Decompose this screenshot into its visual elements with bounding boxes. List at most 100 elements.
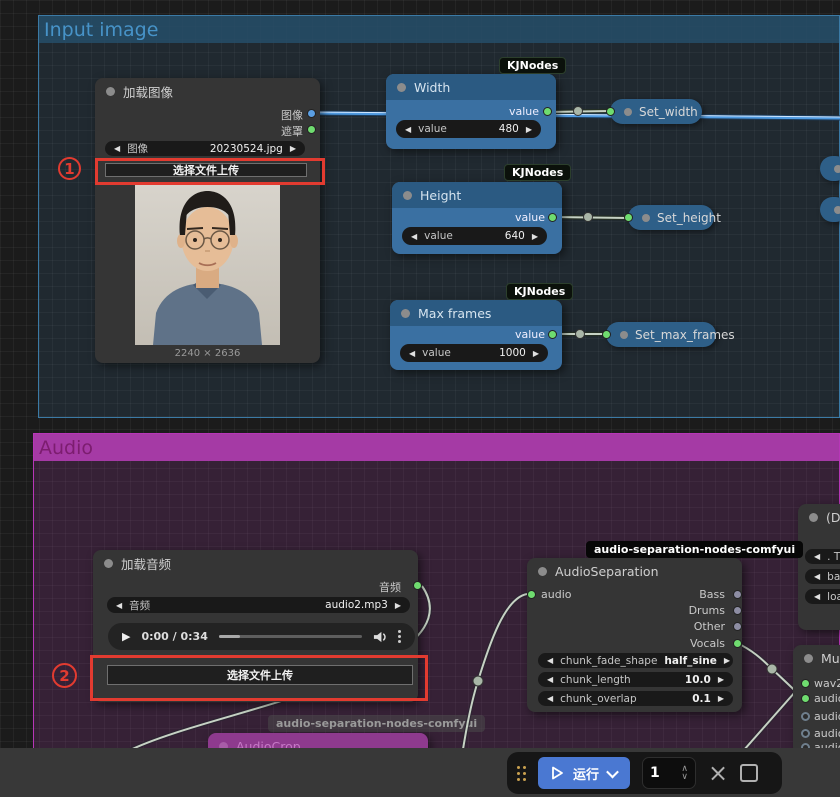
image-file-combo[interactable]: ◀ 图像 20230524.jpg ▶ (105, 141, 305, 156)
player-volume-icon[interactable] (373, 631, 387, 643)
node-load-audio-header[interactable]: 加载音频 (93, 550, 418, 576)
node-width[interactable]: Width value ◀ value 480 ▶ (386, 74, 556, 149)
batch-count-value: 1 (650, 765, 660, 781)
stop-button[interactable] (740, 764, 759, 782)
download-widget-1[interactable]: ◀ . T (805, 549, 840, 564)
node-width-header[interactable]: Width (386, 74, 556, 100)
node-status-dot (397, 82, 406, 92)
chunk-length-widget[interactable]: ◀ chunk_length 10.0 ▶ (538, 672, 733, 687)
audio-output-socket[interactable] (413, 581, 422, 590)
combo-right-arrow-icon[interactable]: ▶ (290, 144, 296, 153)
widget-left-arrow-icon[interactable]: ◀ (405, 125, 411, 134)
multi-input-3-socket[interactable] (801, 712, 810, 721)
widget-left-arrow-icon[interactable]: ◀ (411, 232, 417, 241)
set-max-frames-title: Set_max_frames (635, 327, 735, 342)
widget-left-arrow-icon[interactable]: ◀ (814, 572, 820, 581)
batch-count-stepper[interactable]: 1 ∧ ∨ (642, 757, 697, 789)
chunk-overlap-value: 0.1 (692, 692, 711, 705)
widget-left-arrow-icon[interactable]: ◀ (409, 349, 415, 358)
toolbar-drag-handle-icon[interactable] (517, 765, 526, 781)
widget-right-arrow-icon[interactable]: ▶ (532, 232, 538, 241)
widget-left-arrow-icon[interactable]: ◀ (547, 694, 553, 703)
node-load-image-header[interactable]: 加载图像 (95, 78, 320, 104)
group-input-image-title[interactable]: Input image (39, 16, 839, 43)
vocals-output-socket[interactable] (733, 639, 742, 648)
set-height-input-socket[interactable] (624, 213, 633, 222)
widget-right-arrow-icon[interactable]: ▶ (533, 349, 539, 358)
chunk-fade-shape-widget[interactable]: ◀ chunk_fade_shape half_sine ▶ (538, 653, 733, 668)
badge-kjnodes: KJNodes (506, 283, 574, 300)
max-frames-output-label: value (514, 328, 545, 341)
audio-file-combo[interactable]: ◀ 音频 audio2.mp3 ▶ (107, 597, 410, 613)
multi-input-2-socket[interactable] (801, 694, 810, 703)
drums-output-socket[interactable] (733, 606, 742, 615)
stepper-down-icon[interactable]: ∨ (681, 773, 688, 782)
run-toolbar[interactable]: 运行 1 ∧ ∨ × (507, 752, 782, 794)
node-multi-title: Mul (821, 650, 840, 666)
node-download-header[interactable]: (Do (798, 504, 840, 530)
widget-left-arrow-icon[interactable]: ◀ (547, 656, 553, 665)
widget-left-arrow-icon[interactable]: ◀ (547, 675, 553, 684)
node-set-max-frames[interactable]: Set_max_frames (602, 322, 735, 347)
bass-output-socket[interactable] (733, 590, 742, 599)
clear-queue-button[interactable]: × (708, 761, 728, 785)
audio-input-socket[interactable] (527, 590, 536, 599)
output-mask-socket[interactable] (307, 125, 316, 134)
widget-right-arrow-icon[interactable]: ▶ (718, 675, 724, 684)
node-height-header[interactable]: Height (392, 182, 562, 208)
output-mask-label: 遮罩 (281, 125, 303, 138)
node-status-dot (834, 164, 840, 173)
combo-right-arrow-icon[interactable]: ▶ (395, 601, 401, 610)
run-options-chevron-icon[interactable] (606, 765, 619, 778)
annotation-circle-2: 2 (52, 663, 77, 688)
set-max-frames-input-socket[interactable] (602, 330, 611, 339)
widget-left-arrow-icon[interactable]: ◀ (814, 592, 820, 601)
player-play-icon[interactable]: ▶ (122, 630, 130, 643)
annotation-box-2 (90, 655, 428, 701)
node-max-frames-header[interactable]: Max frames (390, 300, 562, 326)
max-frames-value-widget[interactable]: ◀ value 1000 ▶ (400, 344, 548, 362)
node-load-image[interactable]: 加载图像 图像 遮罩 ◀ 图像 20230524.jpg ▶ 选择文件上传 22… (95, 78, 320, 363)
multi-input-4-socket[interactable] (801, 729, 810, 738)
other-output-socket[interactable] (733, 622, 742, 631)
run-button[interactable]: 运行 (538, 757, 631, 789)
node-multi-partial[interactable]: Mul wav2v audio_ audio_ audio_ audio (793, 645, 840, 755)
widget-right-arrow-icon[interactable]: ▶ (718, 694, 724, 703)
output-image-socket[interactable] (307, 109, 316, 118)
node-download-partial[interactable]: (Do ◀ . T ◀ bas ◀ loa (798, 504, 840, 630)
node-set-height[interactable]: Set_height (624, 205, 721, 230)
audio-player[interactable]: ▶ 0:00 / 0:34 (108, 623, 415, 650)
height-output-socket[interactable] (548, 213, 557, 222)
widget-right-arrow-icon[interactable]: ▶ (724, 656, 730, 665)
widget-left-arrow-icon[interactable]: ◀ (814, 552, 820, 561)
close-icon: × (708, 759, 729, 787)
player-menu-icon[interactable] (398, 630, 401, 643)
width-output-socket[interactable] (543, 107, 552, 116)
multi-input-1-socket[interactable] (801, 679, 810, 688)
download-widget-2[interactable]: ◀ bas (805, 569, 840, 584)
chunk-overlap-widget[interactable]: ◀ chunk_overlap 0.1 ▶ (538, 691, 733, 706)
node-collapsed-partial[interactable] (820, 197, 840, 222)
node-editor-canvas[interactable]: Input image Audio 加载图像 图像 遮罩 ◀ 图像 202305… (0, 0, 840, 797)
combo-left-arrow-icon[interactable]: ◀ (116, 601, 122, 610)
widget-right-arrow-icon[interactable]: ▶ (526, 125, 532, 134)
node-multi-header[interactable]: Mul (793, 645, 840, 671)
height-widget-label: value (424, 230, 453, 242)
width-value-widget[interactable]: ◀ value 480 ▶ (396, 120, 541, 138)
max-frames-output-socket[interactable] (548, 330, 557, 339)
node-collapsed-partial[interactable] (820, 156, 840, 181)
combo-left-arrow-icon[interactable]: ◀ (114, 144, 120, 153)
player-progress-bar[interactable] (218, 635, 362, 638)
node-status-dot (401, 308, 410, 318)
image-preview[interactable] (135, 183, 280, 345)
node-height[interactable]: Height value ◀ value 640 ▶ (392, 182, 562, 254)
set-width-input-socket[interactable] (606, 107, 615, 116)
node-audio-separation-header[interactable]: AudioSeparation (527, 558, 742, 584)
annotation-circle-1: 1 (58, 157, 81, 180)
node-audio-separation[interactable]: AudioSeparation audio Bass Drums Other V… (527, 558, 742, 712)
download-widget-3[interactable]: ◀ loa (805, 589, 840, 604)
node-set-width[interactable]: Set_width (606, 99, 702, 124)
height-value-widget[interactable]: ◀ value 640 ▶ (402, 227, 547, 245)
group-audio-title[interactable]: Audio (34, 434, 839, 461)
node-max-frames[interactable]: Max frames value ◀ value 1000 ▶ (390, 300, 562, 370)
